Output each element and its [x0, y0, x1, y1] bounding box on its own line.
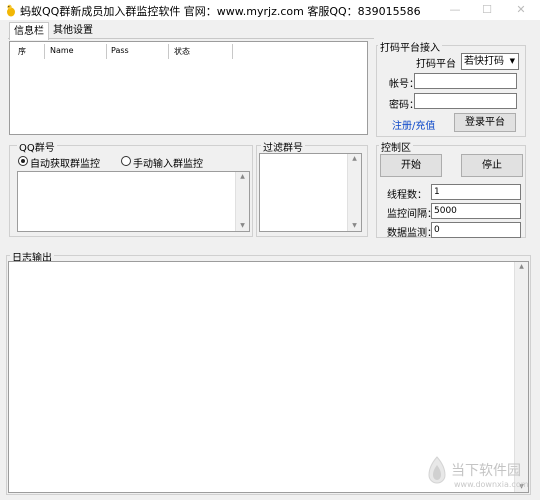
scroll-down-icon[interactable]: ▼ — [236, 222, 249, 230]
platform-select-value: 若快打码 — [464, 56, 504, 67]
auto-monitor-label[interactable]: 自动获取群监控 — [30, 155, 100, 170]
maximize-button[interactable]: ☐ — [470, 0, 504, 20]
interval-input[interactable]: 5000 — [431, 203, 521, 219]
threads-input[interactable]: 1 — [431, 184, 521, 200]
qq-group-textarea[interactable] — [17, 171, 250, 232]
manual-monitor-radio[interactable] — [121, 156, 131, 166]
control-group-title: 控制区 — [379, 139, 413, 154]
column-separator — [44, 44, 45, 59]
count-label: 数据监测： — [387, 228, 437, 239]
window-title: 蚂蚁QQ群新成员加入群监控软件 官网：www.myrjz.com 客服QQ：83… — [20, 5, 421, 18]
account-input[interactable] — [414, 73, 517, 89]
platform-select[interactable]: 若快打码 ▼ — [461, 53, 519, 70]
ant-app-icon — [7, 4, 15, 17]
qq-group-scrollbar[interactable]: ▲ ▼ — [235, 172, 249, 231]
downxia-logo-icon — [428, 456, 446, 484]
password-input[interactable] — [414, 93, 517, 109]
platform-label: 打码平台 — [416, 59, 456, 70]
stop-button[interactable]: 停止 — [461, 154, 523, 177]
manual-monitor-label[interactable]: 手动输入群监控 — [133, 155, 203, 170]
scroll-up-icon[interactable]: ▲ — [348, 155, 361, 163]
interval-label: 监控间隔： — [387, 209, 437, 220]
auto-monitor-radio[interactable] — [18, 156, 28, 166]
log-scrollbar[interactable]: ▲ ▼ — [514, 262, 528, 492]
watermark-text: 当下软件园 — [451, 463, 521, 479]
start-button[interactable]: 开始 — [380, 154, 442, 177]
chevron-down-icon: ▼ — [509, 57, 515, 65]
minimize-button[interactable]: — — [438, 0, 472, 20]
watermark-domain: www.downxia.com — [454, 480, 529, 489]
filter-group-scrollbar[interactable]: ▲ ▼ — [347, 154, 361, 231]
close-button[interactable]: ✕ — [504, 0, 538, 20]
login-platform-button[interactable]: 登录平台 — [454, 113, 516, 132]
radio-selected-dot — [21, 159, 25, 163]
column-separator — [232, 44, 233, 59]
column-header-pass[interactable]: Pass — [111, 46, 129, 55]
tab-info[interactable]: 信息栏 — [9, 22, 49, 40]
scroll-down-icon[interactable]: ▼ — [348, 222, 361, 230]
column-separator — [106, 44, 107, 59]
tab-other-settings[interactable]: 其他设置 — [49, 22, 97, 39]
coding-platform-title: 打码平台接入 — [378, 39, 442, 54]
log-textarea[interactable] — [8, 261, 529, 493]
column-header-name[interactable]: Name — [50, 46, 74, 55]
column-header-index[interactable]: 序 — [18, 46, 26, 57]
column-header-status[interactable]: 状态 — [174, 46, 190, 57]
column-separator — [168, 44, 169, 59]
register-recharge-link[interactable]: 注册/充值 — [392, 117, 435, 132]
count-input[interactable]: 0 — [431, 222, 521, 238]
qq-group-title: QQ群号 — [17, 139, 57, 154]
filter-group-title: 过滤群号 — [261, 139, 305, 154]
scroll-up-icon[interactable]: ▲ — [236, 173, 249, 181]
scroll-up-icon[interactable]: ▲ — [515, 263, 528, 271]
threads-label: 线程数： — [387, 190, 427, 201]
